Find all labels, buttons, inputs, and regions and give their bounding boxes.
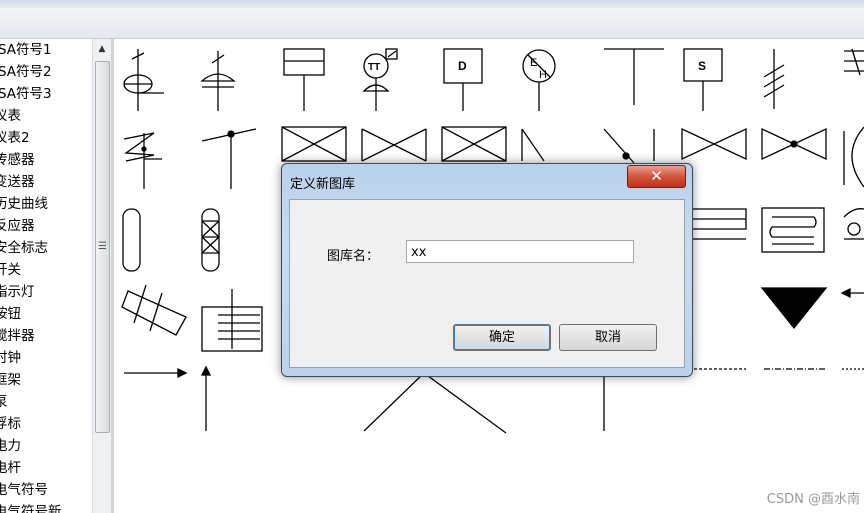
- symbol-coil-box[interactable]: [692, 208, 747, 240]
- symbol-valve-actuator-1[interactable]: [123, 49, 164, 111]
- symbol-tt-transmitter[interactable]: TT: [362, 48, 398, 111]
- library-list-item[interactable]: ISA符号3: [0, 83, 92, 105]
- dialog-title: 定义新图库: [290, 177, 356, 192]
- library-list-items: ISA符号1ISA符号2ISA符号3仪表仪表2传感器变送器历史曲线反应器安全标志…: [0, 39, 92, 513]
- library-list-item[interactable]: 电气符号新: [0, 501, 92, 513]
- h-label: H: [539, 69, 547, 81]
- symbol-cross-box-1[interactable]: [281, 126, 347, 162]
- symbol-valve-actuator-2[interactable]: [200, 51, 236, 111]
- library-list-item[interactable]: 历史曲线: [0, 193, 92, 215]
- library-list-item[interactable]: 泵: [0, 391, 92, 413]
- library-list-item[interactable]: 搅拌器: [0, 325, 92, 347]
- symbol-hatched-line[interactable]: [763, 49, 785, 109]
- library-list-item[interactable]: ISA符号2: [0, 61, 92, 83]
- s-label: S: [698, 59, 706, 73]
- close-icon[interactable]: ✕: [627, 165, 686, 188]
- library-list-item[interactable]: 开关: [0, 259, 92, 281]
- symbol-up-arrow[interactable]: [200, 365, 212, 431]
- symbol-bowtie-valve[interactable]: [681, 127, 747, 161]
- library-list-item[interactable]: ISA符号1: [0, 39, 92, 61]
- library-list-item[interactable]: 浮标: [0, 413, 92, 435]
- library-list-item[interactable]: 变送器: [0, 171, 92, 193]
- library-list-item[interactable]: 安全标志: [0, 237, 92, 259]
- title-bar-strip: [0, 0, 864, 8]
- symbol-slanted-grid[interactable]: [121, 284, 187, 336]
- symbol-switch-2[interactable]: [201, 128, 257, 189]
- grip-icon: ☰: [98, 241, 107, 252]
- symbol-multi-line[interactable]: [844, 48, 864, 76]
- d-label: D: [458, 59, 467, 73]
- library-list-item[interactable]: 传感器: [0, 149, 92, 171]
- library-name-input[interactable]: xx: [406, 240, 634, 263]
- new-library-dialog: 定义新图库 ✕ 图库名： xx 确定 取消: [281, 163, 693, 377]
- library-list-item[interactable]: 时钟: [0, 347, 92, 369]
- cancel-button[interactable]: 取消: [559, 324, 657, 351]
- symbol-tank-lines[interactable]: [201, 289, 263, 352]
- symbol-box-stem[interactable]: [283, 48, 325, 111]
- library-list-item[interactable]: 指示灯: [0, 281, 92, 303]
- library-list-item[interactable]: 框架: [0, 369, 92, 391]
- library-list-item[interactable]: 电力: [0, 435, 92, 457]
- scroll-up-icon[interactable]: ▲: [93, 39, 111, 59]
- symbol-switch-1[interactable]: [123, 132, 162, 189]
- scroll-thumb[interactable]: ☰: [95, 61, 110, 433]
- watermark: CSDN @酉水南: [766, 492, 860, 507]
- library-list-scrollbar[interactable]: ▲ ☰: [92, 39, 111, 513]
- dialog-body: 图库名： xx 确定 取消: [289, 199, 685, 368]
- library-list[interactable]: ISA符号1ISA符号2ISA符号3仪表仪表2传感器变送器历史曲线反应器安全标志…: [0, 39, 92, 513]
- symbol-eh-circle[interactable]: E H: [522, 49, 556, 111]
- symbol-diagonal[interactable]: [521, 128, 545, 162]
- library-list-item[interactable]: 仪表: [0, 105, 92, 127]
- library-list-item[interactable]: 按钮: [0, 303, 92, 325]
- symbol-d-box[interactable]: D: [443, 48, 483, 111]
- tt-label: TT: [368, 62, 380, 73]
- e-label: E: [530, 57, 537, 69]
- ok-button[interactable]: 确定: [453, 324, 551, 351]
- symbol-pill-crossed[interactable]: [201, 208, 220, 272]
- library-list-item[interactable]: 仪表2: [0, 127, 92, 149]
- symbol-heater-box[interactable]: [761, 207, 825, 253]
- symbol-right-arrow[interactable]: [124, 367, 188, 379]
- symbol-cross-box-2[interactable]: [361, 128, 427, 162]
- symbol-cross-box-3[interactable]: [441, 126, 507, 162]
- symbol-probe[interactable]: [843, 208, 864, 240]
- symbol-a-frame[interactable]: [363, 372, 507, 434]
- symbol-t-bar[interactable]: [604, 48, 664, 105]
- symbol-left-arrow[interactable]: [840, 287, 864, 299]
- library-name-label: 图库名：: [327, 249, 380, 264]
- symbol-bowtie-valve-dot[interactable]: [761, 127, 827, 161]
- title-bar: [0, 0, 864, 39]
- symbol-arc[interactable]: [843, 126, 864, 188]
- symbol-down-triangle[interactable]: [760, 287, 828, 330]
- library-list-item[interactable]: 电杆: [0, 457, 92, 479]
- symbol-s-box[interactable]: S: [683, 48, 723, 111]
- library-list-item[interactable]: 反应器: [0, 215, 92, 237]
- library-list-item[interactable]: 电气符号: [0, 479, 92, 501]
- symbol-pivot[interactable]: [603, 128, 655, 164]
- symbol-pill[interactable]: [122, 208, 141, 272]
